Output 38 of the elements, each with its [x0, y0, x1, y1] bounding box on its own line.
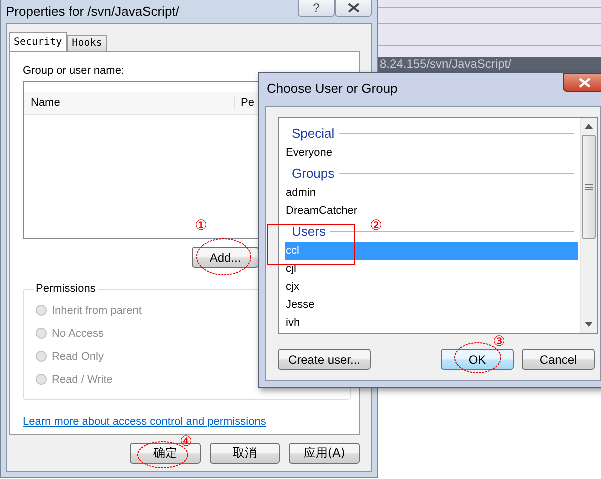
close-icon: [579, 78, 591, 88]
address-text: 8.24.155/svn/JavaScript/: [380, 57, 512, 72]
section-header: Groups: [292, 166, 335, 180]
section-header: Users: [292, 224, 326, 238]
window-title: Properties for /svn/JavaScript/: [6, 4, 180, 18]
window-title: Choose User or Group: [267, 81, 398, 96]
annotation-number: ②: [370, 218, 383, 234]
close-button[interactable]: [563, 73, 601, 92]
column-header[interactable]: Name: [24, 97, 235, 109]
help-button[interactable]: ?: [298, 0, 335, 17]
column-header[interactable]: Pe: [235, 97, 254, 109]
grip-icon: [585, 184, 593, 190]
add-button[interactable]: Add...: [192, 247, 259, 268]
group-label: Group or user name:: [23, 65, 126, 77]
group-title: Permissions: [35, 283, 97, 295]
help-link[interactable]: Learn more about access control and permissions: [23, 416, 266, 428]
annotation-number: ③: [493, 334, 506, 350]
close-icon: [348, 3, 360, 13]
annotation-number: ①: [195, 218, 208, 234]
list-item[interactable]: cjx: [285, 278, 578, 296]
dialog-button[interactable]: 取消: [210, 443, 280, 464]
dialog-button[interactable]: Cancel: [522, 349, 595, 370]
scroll-up-icon: [585, 124, 593, 129]
section-header: Special: [292, 126, 335, 140]
dialog-button[interactable]: OK: [441, 349, 514, 370]
annotation-ellipse: [196, 238, 252, 276]
close-button[interactable]: [335, 0, 372, 17]
scroll-down-icon: [585, 322, 593, 327]
list-item[interactable]: DreamCatcher: [285, 202, 578, 220]
dialog-button[interactable]: 应用(A): [289, 443, 360, 464]
tab[interactable]: Hooks: [67, 35, 108, 51]
list-item[interactable]: Jesse: [285, 296, 578, 314]
list-item[interactable]: Everyone: [285, 144, 578, 162]
tab[interactable]: Security: [9, 32, 68, 51]
list-item[interactable]: ivh: [285, 314, 578, 332]
list-item[interactable]: admin: [285, 184, 578, 202]
scrollbar[interactable]: [580, 118, 597, 333]
dialog-button[interactable]: Create user...: [278, 349, 371, 370]
